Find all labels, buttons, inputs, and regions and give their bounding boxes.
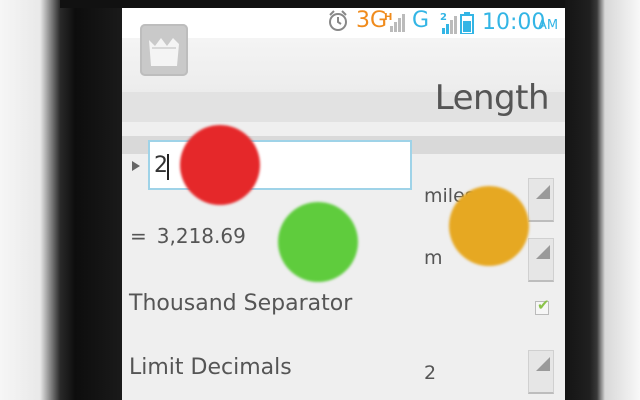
limit-decimals-value: 2 <box>424 362 437 384</box>
battery-icon <box>460 12 474 34</box>
spinner-arrow-icon <box>536 245 550 259</box>
result-value: 3,218.69 <box>156 224 246 248</box>
to-unit-label: m <box>424 247 443 269</box>
from-unit-spinner[interactable] <box>528 178 554 222</box>
play-arrow-icon <box>132 161 140 171</box>
thousand-separator-label: Thousand Separator <box>129 291 353 316</box>
signal-icon <box>390 14 405 32</box>
phone-bezel-top <box>60 0 600 8</box>
spinner-arrow-icon <box>536 185 550 199</box>
check-icon: ✔ <box>537 296 550 314</box>
page-title: Length <box>434 78 550 118</box>
limit-decimals-label: Limit Decimals <box>129 355 292 380</box>
status-bar: 3G H G 2 10:00 AM <box>122 8 565 38</box>
phone-bezel-left <box>0 0 122 400</box>
limit-decimals-spinner[interactable] <box>528 350 554 394</box>
result-display: = 3,218.69 <box>130 224 246 248</box>
text-cursor <box>167 154 169 180</box>
network-3g-label: 3G <box>356 8 388 33</box>
network-g-label: G <box>412 8 430 33</box>
thousand-separator-checkbox[interactable]: ✔ <box>535 296 550 315</box>
to-unit-spinner[interactable] <box>528 238 554 282</box>
green-marker <box>278 202 358 282</box>
clock-ampm: AM <box>538 18 559 33</box>
clock-time: 10:00 <box>482 10 546 35</box>
spinner-arrow-icon <box>536 357 550 371</box>
red-marker <box>180 125 260 205</box>
result-equals: = <box>130 224 147 248</box>
orange-marker <box>449 186 529 266</box>
alarm-icon <box>329 10 347 31</box>
phone-bezel-right <box>565 0 640 400</box>
app-logo-icon[interactable] <box>140 24 188 76</box>
signal-icon <box>442 16 457 34</box>
